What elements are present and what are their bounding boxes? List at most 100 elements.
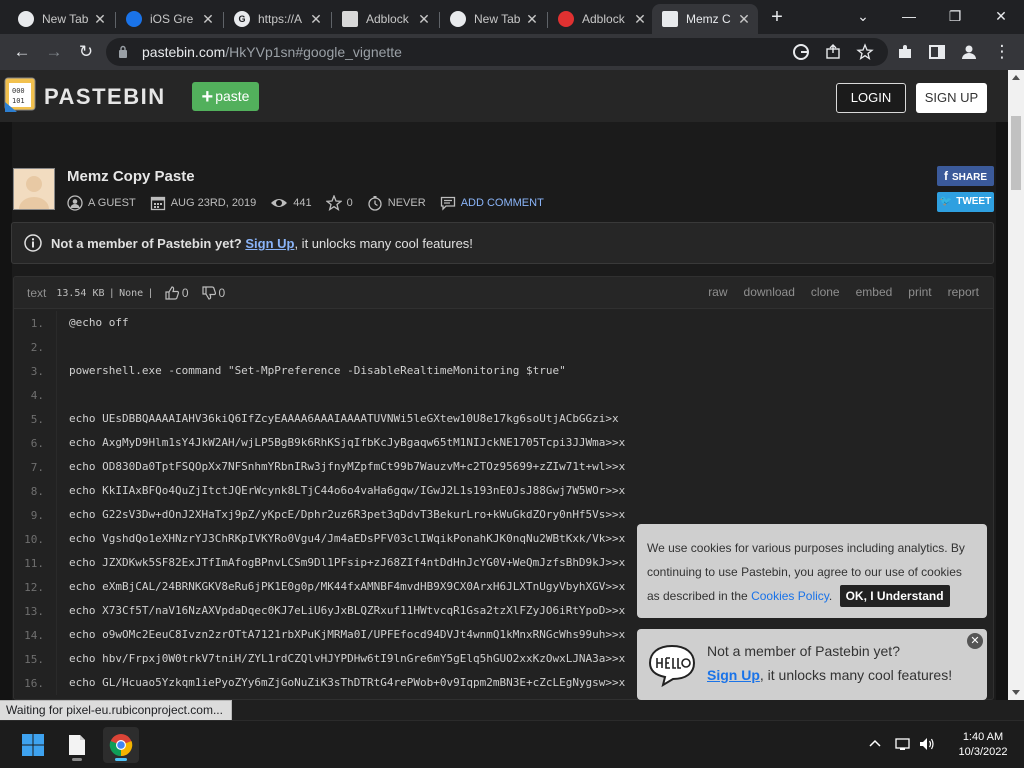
back-button[interactable]: ← [10, 40, 34, 64]
user-silhouette-icon [14, 169, 54, 209]
adblock-icon [342, 11, 358, 27]
tab-memz[interactable]: Memz C ✕ [652, 4, 758, 34]
twitter-tweet-button[interactable]: 🐦 TWEET [937, 192, 994, 212]
restore-button[interactable]: ❐ [940, 4, 970, 28]
thumbs-up-icon [165, 286, 179, 300]
pastebin-logo-icon[interactable]: 000 101 [3, 76, 37, 112]
cookie-accept-button[interactable]: OK, I Understand [839, 585, 950, 607]
close-icon[interactable]: ✕ [967, 633, 983, 649]
download-link[interactable]: download [744, 285, 795, 299]
extensions-icon[interactable] [896, 43, 914, 61]
close-icon[interactable]: ✕ [632, 11, 648, 28]
taskbar-chrome[interactable] [103, 727, 139, 763]
scroll-thumb[interactable] [1011, 116, 1021, 190]
ios-icon [126, 11, 142, 27]
tab-new-tab-1[interactable]: New Tab ✕ [8, 4, 114, 34]
close-icon[interactable]: ✕ [308, 11, 324, 28]
paste-title: Memz Copy Paste [67, 168, 195, 185]
twitter-icon: 🐦 [939, 196, 953, 207]
facebook-icon: f [943, 169, 948, 183]
code-line: 2. [14, 335, 993, 359]
menu-icon[interactable]: ⋮ [990, 40, 1014, 64]
reload-button[interactable]: ↻ [74, 40, 98, 64]
timer-icon [368, 196, 382, 211]
scroll-up-icon[interactable] [1012, 75, 1020, 80]
tab-google[interactable]: G https://A ✕ [224, 4, 330, 34]
google-lens-icon[interactable] [792, 43, 810, 61]
scroll-down-icon[interactable] [1012, 690, 1020, 695]
comment-icon [440, 196, 455, 211]
signup-promo: Not a member of Pastebin yet? Sign Up, i… [637, 629, 987, 700]
member-signup-link[interactable]: Sign Up [245, 236, 294, 251]
status-bar: Waiting for pixel-eu.rubiconproject.com.… [0, 700, 232, 720]
embed-link[interactable]: embed [856, 285, 893, 299]
close-window-button[interactable]: ✕ [986, 4, 1016, 28]
tab-ios[interactable]: iOS Gre ✕ [116, 4, 222, 34]
side-panel-icon[interactable] [928, 43, 946, 61]
author[interactable]: A GUEST [67, 195, 136, 211]
code-line: 6. echo AxgMyD9Hlm1sY4JkW2AH/wjLP5BgB9k6R… [14, 431, 993, 455]
taskbar-clock[interactable]: 1:40 AM 10/3/2022 [948, 730, 1018, 760]
close-icon[interactable]: ✕ [524, 11, 540, 28]
info-icon [24, 234, 42, 252]
add-comment-link[interactable]: ADD COMMENT [440, 195, 544, 211]
site-logo-text[interactable]: PASTEBIN [44, 84, 166, 110]
new-tab-button[interactable]: + [765, 6, 789, 30]
share-icon[interactable] [824, 43, 842, 61]
clone-link[interactable]: clone [811, 285, 840, 299]
code-header: text 13.54 KB | None | 0 0 raw download … [14, 277, 993, 309]
volume-icon[interactable] [918, 735, 936, 753]
login-button[interactable]: LOGIN [836, 83, 906, 113]
dislike-button[interactable]: 0 [201, 285, 225, 301]
windows-logo-icon [22, 734, 44, 756]
view-count: 441 [270, 195, 312, 211]
start-button[interactable] [15, 727, 51, 763]
code-line: 8. echo KkIIAxBFQo4QuZjItctJQErWcynk8LTjC… [14, 479, 993, 503]
site-header: 000 101 PASTEBIN + paste LOGIN SIGN UP [0, 70, 1008, 122]
tab-search-icon[interactable]: ⌄ [848, 4, 878, 28]
eye-icon [271, 199, 288, 207]
browser-toolbar: ← → ↻ pastebin.com/HkYVp1sn#google_vigne… [0, 34, 1024, 70]
tab-adblock-2[interactable]: Adblock ✕ [548, 4, 654, 34]
taskbar-file-app[interactable] [59, 727, 95, 763]
profile-icon[interactable] [960, 43, 978, 61]
calendar-icon [150, 196, 165, 211]
member-notice: Not a member of Pastebin yet? Sign Up, i… [11, 222, 994, 264]
raw-link[interactable]: raw [708, 285, 727, 299]
bookmark-star-icon[interactable] [856, 43, 874, 61]
tab-adblock-1[interactable]: Adblock ✕ [332, 4, 438, 34]
tab-strip: New Tab ✕ iOS Gre ✕ G https://A ✕ Adbloc… [0, 0, 1024, 34]
star-count[interactable]: 0 [325, 195, 353, 211]
like-button[interactable]: 0 [164, 285, 189, 301]
close-icon[interactable]: ✕ [200, 11, 216, 28]
code-line: 3. powershell.exe -command "Set-MpPrefere… [14, 359, 993, 383]
minimize-button[interactable]: — [894, 4, 924, 28]
network-icon[interactable] [894, 735, 912, 753]
promo-signup-link[interactable]: Sign Up [707, 667, 760, 683]
code-line: 4. [14, 383, 993, 407]
address-bar[interactable]: pastebin.com/HkYVp1sn#google_vignette [106, 38, 888, 66]
windows-taskbar: 1:40 AM 10/3/2022 [0, 720, 1024, 768]
file-icon [69, 735, 85, 755]
report-link[interactable]: report [948, 285, 979, 299]
tab-new-tab-2[interactable]: New Tab ✕ [440, 4, 546, 34]
page-scrollbar[interactable] [1008, 70, 1024, 700]
close-icon[interactable]: ✕ [92, 11, 108, 28]
close-icon[interactable]: ✕ [416, 11, 432, 28]
close-icon[interactable]: ✕ [736, 11, 752, 28]
paste-meta: A GUEST AUG 23RD, 2019 441 0 NEVER ADD C… [67, 194, 558, 212]
code-line: 7. echo OD830Da0TptFSQOpXx7NFSnhmYRbnIRw3… [14, 455, 993, 479]
code-line: 1. @echo off [14, 311, 993, 335]
print-link[interactable]: print [908, 285, 931, 299]
chrome-icon [18, 11, 34, 27]
chevron-up-icon[interactable] [866, 735, 884, 753]
paste-size: 13.54 KB [56, 287, 105, 299]
facebook-share-button[interactable]: f SHARE [937, 166, 994, 186]
syntax-label[interactable]: text [27, 286, 46, 300]
svg-text:101: 101 [12, 97, 25, 105]
new-paste-button[interactable]: + paste [192, 82, 259, 111]
signup-button[interactable]: SIGN UP [916, 83, 987, 113]
forward-button[interactable]: → [42, 40, 66, 64]
cookies-policy-link[interactable]: Cookies Policy [751, 589, 829, 603]
hello-bubble-icon [648, 644, 696, 687]
